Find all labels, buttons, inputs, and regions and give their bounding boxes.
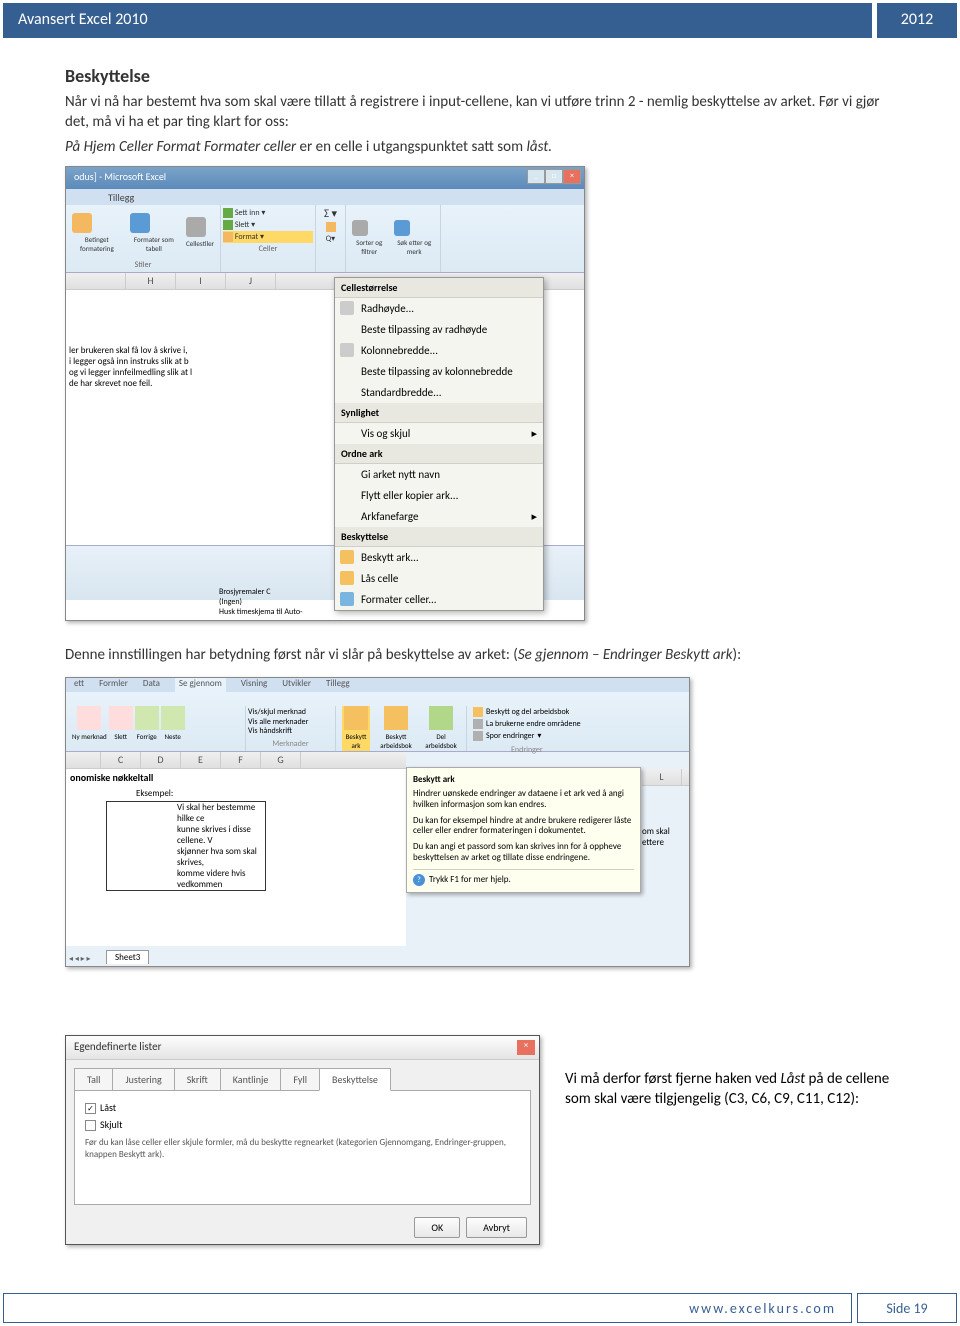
column-h[interactable]: H <box>126 273 176 289</box>
main-content: Beskyttelse Når vi nå har bestemt hva so… <box>65 65 895 967</box>
ribbon-tab-tillegg[interactable]: Tillegg <box>108 191 134 204</box>
help-icon: ? <box>413 874 425 886</box>
hidden-checkbox-row[interactable]: Skjult <box>85 1118 520 1131</box>
footer-page-number: Side 19 <box>857 1293 957 1323</box>
minimize-button[interactable]: _ <box>527 169 545 184</box>
ribbon-tab-row: Tillegg <box>66 189 584 205</box>
document-header: Avansert Excel 2010 2012 <box>3 3 957 38</box>
header-year: 2012 <box>877 3 957 38</box>
format-cells-item[interactable]: Formater celler... <box>335 589 543 610</box>
row-title: onomiske nøkkeltall <box>66 769 406 786</box>
cancel-button[interactable]: Avbryt <box>466 1217 527 1238</box>
dialog-title-bar: Egendefinerte lister × <box>66 1036 539 1060</box>
share-workbook-button[interactable]: Del arbeidsbok <box>422 706 460 751</box>
prev-comment-button[interactable]: Forrige <box>135 706 159 751</box>
tab-tillegg[interactable]: Tillegg <box>326 678 350 692</box>
paragraph-1: Når vi nå har bestemt hva som skal være … <box>65 93 895 132</box>
tab-formler[interactable]: Formler <box>99 678 128 692</box>
tab-justering[interactable]: Justering <box>112 1068 174 1091</box>
excel-title-bar: odus] - Microsoft Excel _ □ × <box>66 167 584 189</box>
ribbon-cells-group: Sett inn ▾ Slett ▾ Format ▾ Celler <box>221 205 316 272</box>
protect-workbook-button[interactable]: Beskytt arbeidsbok <box>372 706 420 751</box>
conditional-formatting-icon[interactable] <box>72 213 92 233</box>
locked-checkbox-row[interactable]: ✓Låst <box>85 1101 520 1114</box>
protect-sheet-button[interactable]: Beskytt ark <box>342 706 370 751</box>
format-button[interactable]: Format ▾ <box>223 231 313 243</box>
column-width-item[interactable]: Kolonnebredde... <box>335 340 543 361</box>
excel-format-menu-screenshot: odus] - Microsoft Excel _ □ × Tillegg Be… <box>65 166 585 621</box>
format-cells-dialog-screenshot: Egendefinerte lister × Tall Justering Sk… <box>65 1035 540 1245</box>
right-explanation-text: Vi må derfor først fjerne haken ved Låst… <box>565 1070 895 1109</box>
comment-view-group: Vis/skjul merknad Vis alle merknader Vis… <box>246 706 336 751</box>
tab-skrift[interactable]: Skrift <box>174 1068 221 1091</box>
dialog-close-button[interactable]: × <box>517 1040 535 1055</box>
protect-sheet-tooltip: Beskytt ark Hindrer uønskede endringer a… <box>406 767 641 893</box>
column-i[interactable]: I <box>176 273 226 289</box>
tab-kantlinje[interactable]: Kantlinje <box>220 1068 282 1091</box>
tab-fyll[interactable]: Fyll <box>280 1068 320 1091</box>
dialog-content: ✓Låst Skjult Før du kan låse celler elle… <box>74 1090 531 1205</box>
excel-review-protect-screenshot: ett Formler Data Se gjennom Visning Utvi… <box>65 677 690 967</box>
tab-tall[interactable]: Tall <box>74 1068 113 1091</box>
sheet-tab[interactable]: Sheet3 <box>106 950 149 964</box>
ribbon: Betinget formatering Formater som tabell… <box>66 205 584 273</box>
window-controls: _ □ × <box>527 169 581 184</box>
protect-share-button[interactable]: Beskytt og del arbeidsbok <box>473 706 581 718</box>
default-width-item[interactable]: Standardbredde... <box>335 382 543 403</box>
ribbon-sum-group: Σ ▾ Q▾ <box>316 205 346 272</box>
tab-segjennom[interactable]: Se gjennom <box>175 678 226 692</box>
tab-data[interactable]: Data <box>143 678 160 692</box>
format-as-table-icon[interactable] <box>130 213 150 233</box>
track-changes-button[interactable]: Spor endringer ▾ <box>473 730 581 742</box>
allow-users-edit-button[interactable]: La brukerne endre områdene <box>473 718 581 730</box>
row-height-item[interactable]: Radhøyde... <box>335 298 543 319</box>
locked-checkbox[interactable]: ✓ <box>85 1103 96 1114</box>
hide-show-item[interactable]: Vis og skjul▸ <box>335 423 543 444</box>
ribbon-styles-group: Betinget formatering Formater som tabell… <box>66 205 221 272</box>
next-comment-button[interactable]: Neste <box>161 706 185 751</box>
ribbon-editing-group: Sorter og filtrer Søk etter og merk <box>346 205 441 272</box>
new-comment-button[interactable]: Ny merknad <box>72 706 107 751</box>
footer-link: www.excelkurs.com <box>3 1293 852 1323</box>
delete-comment-button[interactable]: Slett <box>109 706 133 751</box>
tab-visning[interactable]: Visning <box>241 678 267 692</box>
document-footer: www.excelkurs.com Side 19 <box>3 1293 957 1323</box>
header-title: Avansert Excel 2010 <box>3 3 872 38</box>
show-ink[interactable]: Vis håndskrift <box>248 727 333 737</box>
sheet-nav-arrows[interactable]: ◂ ◂ ▸ ▸ <box>69 954 91 964</box>
dialog-tab-strip: Tall Justering Skrift Kantlinje Fyll Bes… <box>74 1068 531 1091</box>
rename-sheet-item[interactable]: Gi arket nytt navn <box>335 464 543 485</box>
paragraph-2: På Hjem Celler Format Formater celler er… <box>65 138 895 158</box>
lock-cell-item[interactable]: Lås celle <box>335 568 543 589</box>
find-select-icon[interactable] <box>394 220 410 236</box>
sort-filter-icon[interactable] <box>352 220 368 236</box>
review-ribbon: Ny merknad Slett Forrige Neste <box>66 692 689 752</box>
autofit-column-item[interactable]: Beste tilpassing av kolonnebredde <box>335 361 543 382</box>
ribbon-tabs: ett Formler Data Se gjennom Visning Utvi… <box>66 678 689 692</box>
format-dropdown-menu: Cellestørrelse Radhøyde... Beste tilpass… <box>334 277 544 611</box>
section-title: Beskyttelse <box>65 65 895 87</box>
changes-group: Beskytt og del arbeidsbok La brukerne en… <box>466 706 581 751</box>
tooltip-help-hint: ? Trykk F1 for mer hjelp. <box>413 869 634 886</box>
dialog-button-row: OK Avbryt <box>414 1217 527 1238</box>
autofit-row-item[interactable]: Beste tilpassing av radhøyde <box>335 319 543 340</box>
tab-color-item[interactable]: Arkfanefarge▸ <box>335 506 543 527</box>
insert-button[interactable]: Sett inn ▾ <box>223 207 313 219</box>
ok-button[interactable]: OK <box>414 1217 460 1238</box>
tab-beskyttelse[interactable]: Beskyttelse <box>319 1068 391 1091</box>
column-j[interactable]: J <box>226 273 276 289</box>
dialog-description: Før du kan låse celler eller skjule form… <box>85 1137 520 1160</box>
tab-utvikler[interactable]: Utvikler <box>282 678 311 692</box>
hidden-checkbox[interactable] <box>85 1120 96 1131</box>
paragraph-3: Denne innstillingen har betydning først … <box>65 646 895 666</box>
tab-ett[interactable]: ett <box>74 678 84 692</box>
protect-sheet-item[interactable]: Beskytt ark... <box>335 547 543 568</box>
delete-button[interactable]: Slett ▾ <box>223 219 313 231</box>
cell-styles-icon[interactable] <box>186 217 206 237</box>
close-button[interactable]: × <box>563 169 581 184</box>
maximize-button[interactable]: □ <box>545 169 563 184</box>
move-copy-sheet-item[interactable]: Flytt eller kopier ark... <box>335 485 543 506</box>
worksheet-grid-2: C D E F G onomiske nøkkeltall Eksempel: … <box>66 752 406 946</box>
